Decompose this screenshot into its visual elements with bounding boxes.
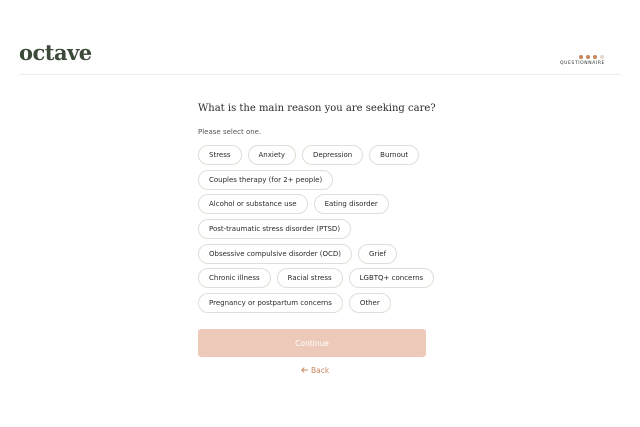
progress-label: QUESTIONNAIRE <box>559 61 605 66</box>
question-instruction: Please select one. <box>198 128 262 136</box>
progress-dot-1 <box>579 55 583 59</box>
header-divider <box>19 74 621 75</box>
option-ocd[interactable]: Obsessive compulsive disorder (OCD) <box>198 244 353 264</box>
option-couples-therapy[interactable]: Couples therapy (for 2+ people) <box>198 170 334 190</box>
options-row: Pregnancy or postpartum concerns Other <box>198 293 391 313</box>
octave-logo[interactable]: octave <box>19 42 92 63</box>
option-pregnancy-postpartum[interactable]: Pregnancy or postpartum concerns <box>198 293 343 313</box>
continue-button[interactable]: Continue <box>198 329 426 357</box>
progress-indicator <box>579 55 604 59</box>
option-other[interactable]: Other <box>348 293 391 313</box>
option-chronic-illness[interactable]: Chronic illness <box>198 268 271 288</box>
options-row: Post-traumatic stress disorder (PTSD) <box>198 219 352 239</box>
options-row: Alcohol or substance use Eating disorder <box>198 194 389 214</box>
options-row: Obsessive compulsive disorder (OCD) Grie… <box>198 244 398 264</box>
option-racial-stress[interactable]: Racial stress <box>276 268 343 288</box>
question-title: What is the main reason you are seeking … <box>198 103 436 114</box>
progress-dot-4 <box>600 55 604 59</box>
option-burnout[interactable]: Burnout <box>369 145 420 165</box>
option-ptsd[interactable]: Post-traumatic stress disorder (PTSD) <box>198 219 352 239</box>
back-button[interactable]: Back <box>301 366 329 375</box>
header: octave QUESTIONNAIRE <box>0 0 640 75</box>
option-eating-disorder[interactable]: Eating disorder <box>313 194 389 214</box>
options-row: Couples therapy (for 2+ people) <box>198 170 334 190</box>
option-alcohol-substance-use[interactable]: Alcohol or substance use <box>198 194 308 214</box>
option-stress[interactable]: Stress <box>198 145 242 165</box>
options-row: Chronic illness Racial stress LGBTQ+ con… <box>198 268 435 288</box>
option-lgbtq-concerns[interactable]: LGBTQ+ concerns <box>348 268 435 288</box>
arrow-left-icon <box>301 366 308 375</box>
option-depression[interactable]: Depression <box>302 145 364 165</box>
option-grief[interactable]: Grief <box>358 244 398 264</box>
progress-dot-2 <box>586 55 590 59</box>
options-row: Stress Anxiety Depression Burnout <box>198 145 420 165</box>
option-anxiety[interactable]: Anxiety <box>247 145 297 165</box>
back-label: Back <box>311 366 330 375</box>
progress-dot-3 <box>593 55 597 59</box>
